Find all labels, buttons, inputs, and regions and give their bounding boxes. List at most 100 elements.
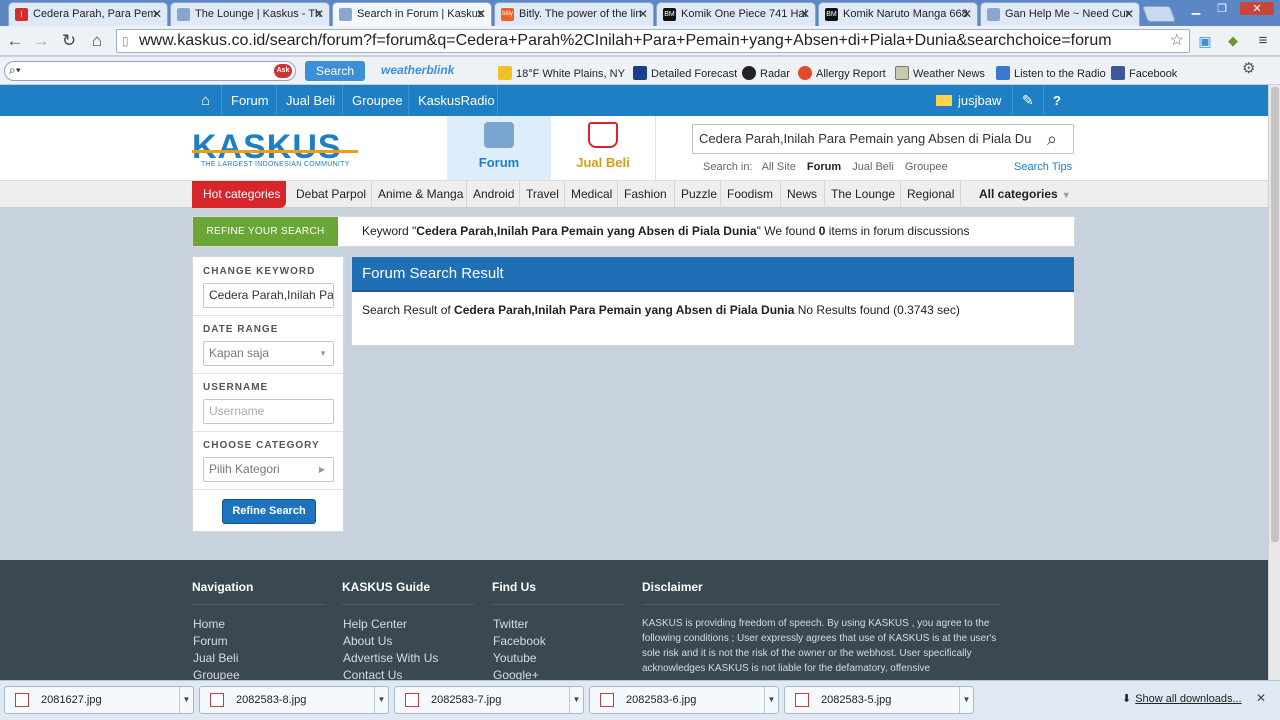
search-tips-link[interactable]: Search Tips	[1014, 161, 1072, 173]
wrench-icon[interactable]: ⚙	[1242, 61, 1255, 76]
close-icon[interactable]: ✕	[314, 3, 324, 25]
browser-tab[interactable]: BM Komik One Piece 741 Hal ✕	[656, 2, 816, 26]
search-in-groupee[interactable]: Groupee	[905, 161, 948, 173]
category-item[interactable]: News	[780, 181, 823, 208]
topnav-forum[interactable]: Forum	[221, 85, 278, 116]
download-item[interactable]: 2082583-5.jpg ▼	[784, 686, 974, 714]
all-categories-dropdown[interactable]: All categories ▼	[960, 181, 1077, 208]
close-icon[interactable]: ✕	[152, 3, 162, 25]
kaskus-logo[interactable]: KASKUS	[192, 130, 342, 164]
help-icon[interactable]: ?	[1043, 85, 1070, 116]
weatherblink-logo[interactable]: weatherblink	[381, 63, 454, 77]
footer-link-forum[interactable]: Forum	[193, 634, 228, 648]
topnav-groupee[interactable]: Groupee	[342, 85, 412, 116]
refine-search-button[interactable]: Refine Search	[222, 499, 316, 524]
category-item[interactable]: Regional	[900, 181, 960, 208]
close-icon[interactable]: ✕	[1256, 691, 1266, 705]
keyword-mid: " We found	[756, 224, 819, 238]
star-icon[interactable]: ☆	[1170, 30, 1184, 52]
category-item[interactable]: Fashion	[617, 181, 673, 208]
reload-icon[interactable]: ↻	[58, 30, 80, 52]
close-icon[interactable]: ✕	[476, 3, 486, 25]
close-icon[interactable]: ✕	[800, 3, 810, 25]
home-icon[interactable]: ⌂	[192, 85, 219, 116]
jual-beli-tab[interactable]: Jual Beli	[551, 116, 656, 180]
search-icon[interactable]: ⌕	[1031, 125, 1073, 153]
bookmark-weather-news[interactable]: Weather News	[895, 66, 985, 81]
footer-link-youtube[interactable]: Youtube	[493, 651, 537, 665]
footer-link-jual-beli[interactable]: Jual Beli	[193, 651, 238, 665]
divider	[642, 604, 1000, 605]
chevron-down-icon[interactable]: ▼	[764, 687, 778, 713]
new-tab-button[interactable]	[1142, 6, 1176, 22]
download-item[interactable]: 2081627.jpg ▼	[4, 686, 194, 714]
close-window-icon[interactable]: ✕	[1240, 2, 1274, 15]
topnav-kaskusradio[interactable]: KaskusRadio	[408, 85, 504, 116]
footer-link-facebook[interactable]: Facebook	[493, 634, 546, 648]
bookmark-allergy[interactable]: Allergy Report	[798, 66, 886, 81]
minimize-icon[interactable]: ▁	[1184, 2, 1208, 15]
category-item[interactable]: Debat Parpol	[290, 181, 372, 208]
url-input[interactable]: ▯ www.kaskus.co.id/search/forum?f=forum&…	[116, 29, 1190, 53]
footer-link-about-us[interactable]: About Us	[343, 634, 392, 648]
close-icon[interactable]: ✕	[962, 3, 972, 25]
category-item[interactable]: The Lounge	[824, 181, 901, 208]
toolbar-search-button[interactable]: Search	[305, 61, 365, 81]
category-item[interactable]: Medical	[564, 181, 618, 208]
topnav-jual-beli[interactable]: Jual Beli	[276, 85, 344, 116]
chevron-down-icon[interactable]: ▼	[179, 687, 193, 713]
footer-link-help-center[interactable]: Help Center	[343, 617, 407, 631]
footer-link-advertise[interactable]: Advertise With Us	[343, 651, 438, 665]
close-icon[interactable]: ✕	[638, 3, 648, 25]
chevron-down-icon[interactable]: ▼	[959, 687, 973, 713]
bookmark-forecast[interactable]: Detailed Forecast	[633, 66, 737, 81]
divider	[193, 489, 343, 490]
bookmark-radar[interactable]: Radar	[742, 66, 790, 81]
forward-icon[interactable]: →	[30, 30, 52, 52]
hot-categories-label[interactable]: Hot categories	[192, 181, 286, 208]
bot-extension-icon[interactable]: ◆	[1222, 30, 1244, 52]
search-in-jual-beli[interactable]: Jual Beli	[852, 161, 894, 173]
footer-link-twitter[interactable]: Twitter	[493, 617, 528, 631]
maximize-icon[interactable]: ❐	[1210, 2, 1234, 15]
download-item[interactable]: 2082583-7.jpg ▼	[394, 686, 584, 714]
vertical-scrollbar[interactable]	[1268, 85, 1280, 680]
browser-tab[interactable]: BM Komik Naruto Manga 668 ✕	[818, 2, 978, 26]
keyword-input[interactable]: Cedera Parah,Inilah Para Pemain yang Abs…	[203, 283, 334, 308]
category-item[interactable]: Travel	[519, 181, 565, 208]
search-in-forum[interactable]: Forum	[807, 161, 841, 173]
search-in-all-site[interactable]: All Site	[762, 161, 796, 173]
extension-icon[interactable]: ▣	[1194, 30, 1216, 52]
download-item[interactable]: 2082583-8.jpg ▼	[199, 686, 389, 714]
menu-icon[interactable]: ≡	[1252, 30, 1274, 52]
ask-search-input[interactable]: ⌕▾ Ask	[4, 61, 296, 81]
chevron-down-icon[interactable]: ▼	[569, 687, 583, 713]
category-select[interactable]: Pilih Kategori ▶	[203, 457, 334, 482]
bookmark-radio[interactable]: Listen to the Radio	[996, 66, 1106, 81]
download-item[interactable]: 2082583-6.jpg ▼	[589, 686, 779, 714]
pencil-icon[interactable]: ✎	[1012, 85, 1043, 116]
scrollbar-thumb[interactable]	[1271, 87, 1279, 542]
category-item[interactable]: Android	[466, 181, 520, 208]
browser-tab-active[interactable]: Search in Forum | Kaskus ✕	[332, 2, 492, 27]
chevron-down-icon[interactable]: ▼	[374, 687, 388, 713]
browser-tab[interactable]: i Cedera Parah, Para Pem ✕	[8, 2, 168, 26]
user-menu[interactable]: jusjbaw	[927, 85, 1010, 116]
show-all-downloads-link[interactable]: ⬇ Show all downloads...	[1122, 692, 1242, 705]
username-input[interactable]: Username	[203, 399, 334, 424]
back-icon[interactable]: ←	[4, 30, 26, 52]
bookmark-weather[interactable]: 18°F White Plains, NY	[498, 66, 625, 81]
footer-link-home[interactable]: Home	[193, 617, 225, 631]
kaskus-search-input[interactable]: Cedera Parah,Inilah Para Pemain yang Abs…	[692, 124, 1074, 154]
bookmark-facebook[interactable]: Facebook	[1111, 66, 1177, 81]
category-item[interactable]: Foodism	[720, 181, 779, 208]
category-item[interactable]: Puzzle	[674, 181, 723, 208]
home-icon[interactable]: ⌂	[86, 30, 108, 52]
browser-tab[interactable]: The Lounge | Kaskus - Th ✕	[170, 2, 330, 26]
date-range-select[interactable]: Kapan saja ▼	[203, 341, 334, 366]
close-icon[interactable]: ✕	[1124, 3, 1134, 25]
forum-tab[interactable]: Forum	[447, 116, 551, 180]
browser-tab[interactable]: bitly Bitly. The power of the lin ✕	[494, 2, 654, 26]
category-item[interactable]: Anime & Manga	[371, 181, 469, 208]
browser-tab[interactable]: Gan Help Me ~ Need Cur ✕	[980, 2, 1140, 26]
